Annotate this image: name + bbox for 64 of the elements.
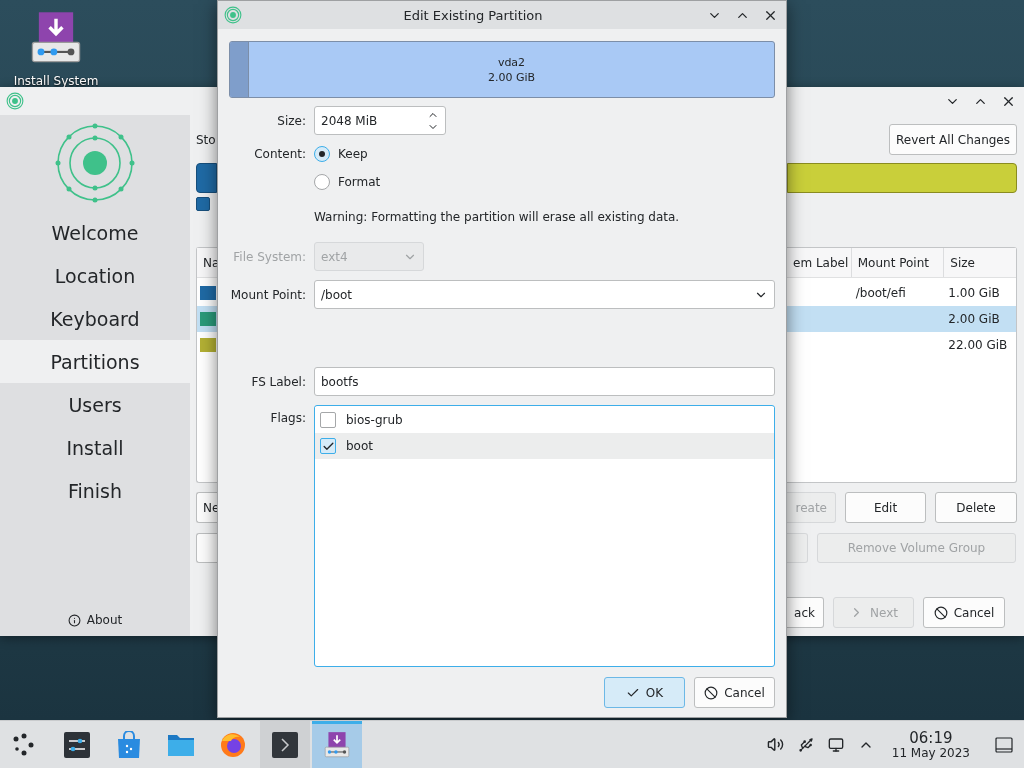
window-title: Edit Existing Partition (402, 7, 544, 23)
shopping-bag-icon (115, 730, 143, 759)
desktop-icon-label[interactable]: Install System (13, 74, 99, 88)
sidebar-item[interactable]: Location (0, 254, 190, 297)
field-label: FS Label: (250, 374, 306, 389)
ok-button[interactable]: OK (604, 677, 685, 708)
partition-action-button[interactable]: Edit (845, 492, 926, 523)
partition-bar-segment (196, 163, 217, 193)
terminal-icon (271, 730, 299, 759)
partition-size: 2.00 GiB (487, 70, 536, 84)
checkbox[interactable] (320, 438, 336, 454)
table-cell: /boot/efi (855, 286, 906, 300)
table-row[interactable]: 2.00 GiB (787, 306, 1016, 332)
sidebar-item[interactable]: Keyboard (0, 297, 190, 340)
browser-icon (219, 730, 247, 759)
column-header[interactable]: Size (944, 248, 1016, 277)
table-cell: 1.00 GiB (948, 286, 1000, 300)
about-button[interactable]: About (61, 612, 129, 628)
desktop-icon (995, 736, 1013, 753)
back-button[interactable]: ack (787, 597, 824, 628)
storage-heading: Sto (196, 132, 216, 147)
clock[interactable]: 06:19 11 May 2023 (891, 729, 970, 760)
table-row[interactable]: /boot/efi 1.00 GiB (787, 280, 1016, 306)
field-label: File System: (232, 249, 306, 264)
revert-all-changes-button[interactable]: Revert All Changes (889, 124, 1017, 155)
field-label: Content: (253, 147, 306, 161)
field-label: Flags: (269, 410, 306, 425)
cancel-icon (933, 605, 948, 620)
checkbox[interactable] (320, 412, 336, 428)
flag-label: bios-grub (346, 413, 403, 427)
sidebar-item[interactable]: Users (0, 383, 190, 426)
speaker-icon (767, 736, 785, 753)
usb-icon (797, 736, 814, 753)
sidebar-item[interactable]: Finish (0, 469, 190, 512)
size-spinbox[interactable]: 2048 MiB (314, 106, 446, 135)
radio-option[interactable]: Format (314, 174, 381, 190)
app-logo-icon (6, 92, 24, 110)
sidebar-item[interactable]: Welcome (0, 211, 190, 254)
table-row[interactable]: 22.00 GiB (787, 332, 1016, 358)
mount-point-dropdown[interactable]: /boot (314, 280, 775, 309)
partition-name: vda2 (497, 55, 526, 69)
logo-icon (54, 122, 136, 204)
installer-icon (322, 729, 352, 760)
sidebar-item[interactable]: Partitions (0, 340, 190, 383)
field-label: Mount Point: (229, 287, 306, 302)
sidebar-item[interactable]: Install (0, 426, 190, 469)
warning-text: Warning: Formatting the partition will erase all existing data. (314, 210, 680, 224)
cancel-button[interactable]: Cancel (694, 677, 775, 708)
monitor-icon (827, 736, 844, 753)
info-icon (67, 613, 81, 627)
column-header[interactable]: Mount Point (851, 248, 945, 277)
partition-action-button[interactable]: Delete (935, 492, 1017, 523)
cancel-icon (704, 685, 719, 700)
radio-option[interactable]: Keep (314, 146, 368, 162)
app-logo-icon (224, 6, 242, 24)
cancel-button[interactable]: Cancel (923, 597, 1005, 628)
fs-label-field[interactable]: bootfs (314, 367, 775, 396)
sliders-icon (63, 730, 91, 759)
flag-label: boot (346, 439, 373, 453)
legend-swatch (196, 197, 210, 211)
taskbar-button[interactable] (260, 720, 310, 768)
table-cell: 2.00 GiB (948, 312, 1000, 326)
field-label: Size: (276, 113, 306, 128)
table-cell: 22.00 GiB (948, 338, 1008, 352)
